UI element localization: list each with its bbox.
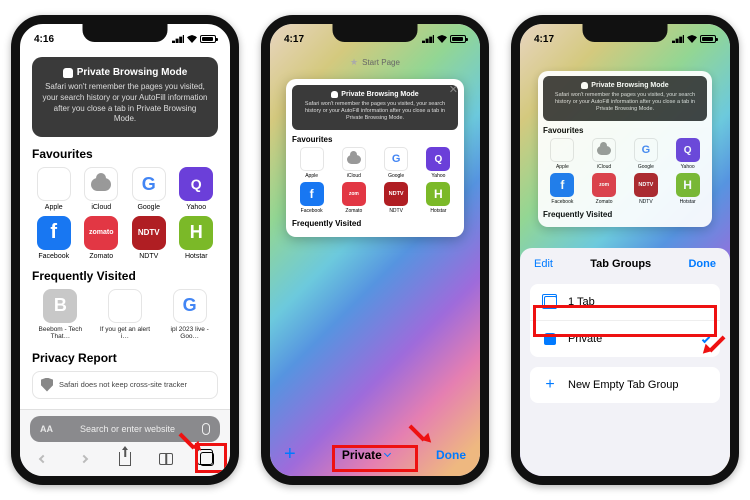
thumbnail-private-banner: Private Browsing Mode Safari won't remem… [292,85,458,130]
favourite-ndtv[interactable]: NDTVNDTV [127,216,171,261]
favourites-heading: Favourites [32,147,218,161]
wifi-icon [687,35,697,43]
back-button[interactable] [34,450,52,468]
favourite-zomato[interactable]: zomatoZomato [80,216,124,261]
address-bar[interactable]: AA Search or enter website [30,416,220,442]
battery-icon [200,35,216,43]
status-time: 4:16 [34,34,54,45]
tab-thumbnail-dimmed: Private Browsing Mode Safari won't remem… [538,71,712,227]
done-button[interactable]: Done [436,448,466,462]
private-browsing-banner: Private Browsing Mode Safari won't remem… [32,57,218,137]
wifi-icon [437,35,447,43]
status-time: 4:17 [534,34,554,45]
thumb-freq-heading: Frequently Visited [292,219,458,228]
thumbnail-private-banner: Private Browsing Mode Safari won't remem… [543,76,707,121]
favourite-apple[interactable]: Apple [32,167,76,212]
new-tab-group-section: + New Empty Tab Group [530,367,720,403]
hotstar-icon: H [179,216,213,250]
cloud-icon [91,178,111,191]
done-button[interactable]: Done [688,258,716,270]
cloud-icon [597,146,611,155]
thumbnail-label: ★ Start Page [270,57,480,68]
row-label: New Empty Tab Group [568,379,678,391]
privacy-report-heading: Privacy Report [32,351,218,365]
forward-button[interactable] [75,450,93,468]
frequently-visited-grid: BBeebom - Tech That… If you get an alert… [32,289,218,341]
report-text: Safari does not keep cross-site tracker [59,380,187,389]
yahoo-icon: Q [179,167,213,201]
signal-icon [422,35,434,43]
freq-google[interactable]: Gipl 2023 live - Goo… [161,289,218,341]
ndtv-icon: NDTV [384,182,408,206]
notch [333,24,418,42]
search-placeholder: Search or enter website [61,424,194,434]
text-size-icon[interactable]: AA [40,424,53,434]
hand-icon [581,82,588,89]
chevron-right-icon [80,455,88,463]
yahoo-icon: Q [426,147,450,171]
share-icon [119,452,131,466]
chevron-left-icon [39,455,47,463]
thumb-favourites-heading: Favourites [292,135,458,144]
hotstar-icon: H [426,182,450,206]
freq-beebom[interactable]: BBeebom - Tech That… [32,289,89,341]
zomato-icon: zom [342,182,366,206]
battery-icon [450,35,466,43]
close-tab-button[interactable]: ✕ [449,83,458,96]
facebook-icon: f [37,216,71,250]
bookmarks-button[interactable] [157,450,175,468]
wifi-icon [187,35,197,43]
favourites-grid: Apple iCloud GGoogle QYahoo fFacebook zo… [32,167,218,260]
mic-icon[interactable] [202,423,210,435]
frequently-visited-heading: Frequently Visited [32,269,218,283]
signal-icon [172,35,184,43]
phone-screen-1: 4:16 Private Browsing Mode Safari won't … [11,15,239,485]
shield-icon [41,378,53,392]
tab-thumbnail[interactable]: ✕ Private Browsing Mode Safari won't rem… [286,79,464,237]
privacy-report-row[interactable]: Safari does not keep cross-site tracker [32,371,218,399]
status-time: 4:17 [284,34,304,45]
share-button[interactable] [116,450,134,468]
google-icon: G [392,153,401,165]
sheet-title: Tab Groups [590,258,651,270]
highlight-private-selector [332,445,418,472]
ndtv-icon: NDTV [634,173,658,197]
hand-icon [331,91,338,98]
battery-icon [700,35,716,43]
site-icon: B [43,289,77,323]
google-icon: G [142,174,156,195]
highlight-tabs-button [195,443,227,473]
google-icon: G [642,144,651,156]
zomato-icon: zom [592,173,616,197]
tab-groups-sheet: Edit Tab Groups Done 1 Tab Private [520,248,730,476]
yahoo-icon: Q [676,138,700,162]
ndtv-icon: NDTV [132,216,166,250]
freq-apple-support[interactable]: If you get an alert i… [97,289,154,341]
favourite-icloud[interactable]: iCloud [80,167,124,212]
cloud-icon [347,155,361,164]
favourite-facebook[interactable]: fFacebook [32,216,76,261]
edit-button[interactable]: Edit [534,258,553,270]
zomato-icon: zomato [84,216,118,250]
google-icon: G [183,295,197,316]
hotstar-icon: H [676,173,700,197]
new-tab-button[interactable]: + [284,443,296,466]
highlight-1tab-row [533,305,717,337]
facebook-icon: f [550,173,574,197]
favourite-yahoo[interactable]: QYahoo [175,167,219,212]
plus-icon: + [545,376,554,394]
phone-screen-2: 4:17 ✕ Private Browsing Mode Safari won'… [261,15,489,485]
notch [583,24,668,42]
book-icon [159,453,173,465]
notch [83,24,168,42]
banner-description: Safari won't remember the pages you visi… [42,82,208,125]
signal-icon [672,35,684,43]
hand-icon [63,68,73,78]
favourite-hotstar[interactable]: HHotstar [175,216,219,261]
phone-screen-3: 4:17 Private Browsing Mode Safari won't … [511,15,739,485]
facebook-icon: f [300,182,324,206]
favourite-google[interactable]: GGoogle [127,167,171,212]
star-icon: ★ [350,57,358,68]
new-tab-group-button[interactable]: + New Empty Tab Group [530,367,720,403]
